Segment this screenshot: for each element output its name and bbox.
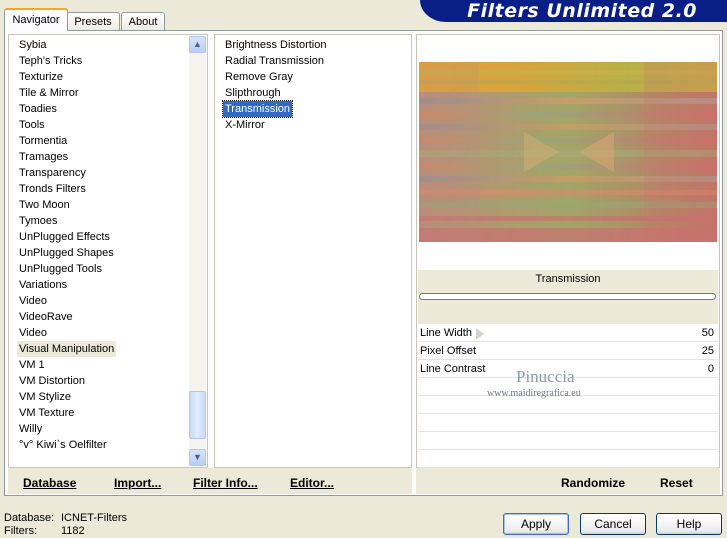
- category-item[interactable]: Toadies: [17, 101, 59, 117]
- help-button[interactable]: Help: [656, 513, 722, 535]
- status-filters-value: 1182: [61, 525, 85, 537]
- status-filters: Filters: 1182: [4, 525, 85, 538]
- category-item[interactable]: UnPlugged Shapes: [17, 245, 116, 261]
- reset-button[interactable]: Reset: [660, 476, 693, 490]
- apply-button[interactable]: Apply: [503, 513, 569, 535]
- param-value: 25: [701, 345, 714, 357]
- param-value: 0: [707, 363, 714, 375]
- category-item[interactable]: VM Distortion: [17, 373, 87, 389]
- slider-pointer-icon[interactable]: [476, 328, 484, 340]
- tab-presets[interactable]: Presets: [66, 12, 120, 30]
- category-item[interactable]: Variations: [17, 277, 69, 293]
- chevron-down-icon: ▼: [193, 452, 202, 462]
- category-item[interactable]: Tile & Mirror: [17, 85, 80, 101]
- param-label: Line Width: [420, 327, 472, 339]
- param-value: 50: [701, 327, 714, 339]
- preview-image: [419, 62, 717, 242]
- category-item[interactable]: Sybia: [17, 37, 49, 53]
- param-row-empty: [418, 414, 718, 432]
- category-item[interactable]: Transparency: [17, 165, 88, 181]
- param-row-pixel-offset[interactable]: Pixel Offset 25: [418, 342, 718, 360]
- filter-item[interactable]: Remove Gray: [223, 69, 295, 85]
- status-filters-label: Filters:: [4, 525, 37, 537]
- category-item[interactable]: VM Stylize: [17, 389, 73, 405]
- filter-item[interactable]: Transmission: [222, 100, 293, 118]
- filter-info-button[interactable]: Filter Info...: [193, 476, 258, 490]
- filter-item[interactable]: Brightness Distortion: [223, 37, 329, 53]
- category-scrollbar[interactable]: ▲ ▼: [189, 36, 206, 466]
- category-item[interactable]: VM 1: [17, 357, 47, 373]
- category-item[interactable]: Visual Manipulation: [17, 341, 117, 357]
- category-item[interactable]: Two Moon: [17, 197, 72, 213]
- category-item[interactable]: Video: [17, 325, 49, 341]
- category-item[interactable]: Willy: [17, 421, 44, 437]
- filter-name-strip: Transmission: [418, 270, 718, 324]
- editor-button[interactable]: Editor...: [290, 476, 334, 490]
- filter-list[interactable]: Brightness Distortion Radial Transmission…: [214, 34, 412, 468]
- category-item[interactable]: UnPlugged Tools: [17, 261, 104, 277]
- preview-artwork: [419, 62, 717, 242]
- filter-item[interactable]: Slipthrough: [223, 85, 283, 101]
- category-item[interactable]: Tronds Filters: [17, 181, 88, 197]
- filter-item[interactable]: Radial Transmission: [223, 53, 326, 69]
- category-item[interactable]: °v° Kiwi`s Oelfilter: [17, 437, 109, 453]
- category-item[interactable]: Tymoes: [17, 213, 60, 229]
- scroll-thumb[interactable]: [189, 391, 206, 439]
- tab-about-label: About: [128, 16, 158, 28]
- category-item[interactable]: Tormentia: [17, 133, 69, 149]
- tab-navigator[interactable]: Navigator: [4, 8, 68, 31]
- import-button[interactable]: Import...: [114, 476, 161, 490]
- filter-item[interactable]: X-Mirror: [223, 117, 267, 133]
- filter-name-label: Transmission: [535, 273, 601, 285]
- category-item[interactable]: VideoRave: [17, 309, 75, 325]
- category-list[interactable]: Sybia Teph's Tricks Texturize Tile & Mirror…: [8, 34, 208, 468]
- progress-bar: [419, 293, 716, 300]
- param-row-empty: [418, 432, 718, 450]
- category-item[interactable]: Teph's Tricks: [17, 53, 84, 69]
- category-item[interactable]: Tramages: [17, 149, 70, 165]
- tab-presets-label: Presets: [74, 16, 112, 28]
- scroll-down-button[interactable]: ▼: [189, 449, 206, 466]
- database-button[interactable]: Database: [23, 476, 76, 490]
- chevron-up-icon: ▲: [193, 39, 202, 49]
- category-item[interactable]: VM Texture: [17, 405, 76, 421]
- status-database: Database: ICNET-Filters: [4, 512, 127, 525]
- param-label: Pixel Offset: [420, 345, 477, 357]
- param-label: Line Contrast: [420, 363, 486, 375]
- param-row-line-width[interactable]: Line Width 50: [418, 324, 718, 342]
- tab-about[interactable]: About: [121, 12, 165, 30]
- category-item[interactable]: Tools: [17, 117, 47, 133]
- scroll-up-button[interactable]: ▲: [189, 36, 206, 53]
- randomize-button[interactable]: Randomize: [561, 476, 625, 490]
- watermark-name: Pinuccia: [516, 367, 575, 386]
- cancel-button[interactable]: Cancel: [580, 513, 646, 535]
- tab-navigator-label: Navigator: [12, 14, 60, 26]
- category-item[interactable]: UnPlugged Effects: [17, 229, 112, 245]
- status-database-label: Database:: [4, 512, 55, 524]
- category-item[interactable]: Video: [17, 293, 49, 309]
- watermark-url: www.maidiregrafica.eu: [487, 388, 581, 399]
- status-database-value: ICNET-Filters: [61, 512, 127, 524]
- category-item[interactable]: Texturize: [17, 69, 65, 85]
- app-banner: Filters Unlimited 2.0: [420, 0, 727, 22]
- param-row-empty: [418, 450, 718, 468]
